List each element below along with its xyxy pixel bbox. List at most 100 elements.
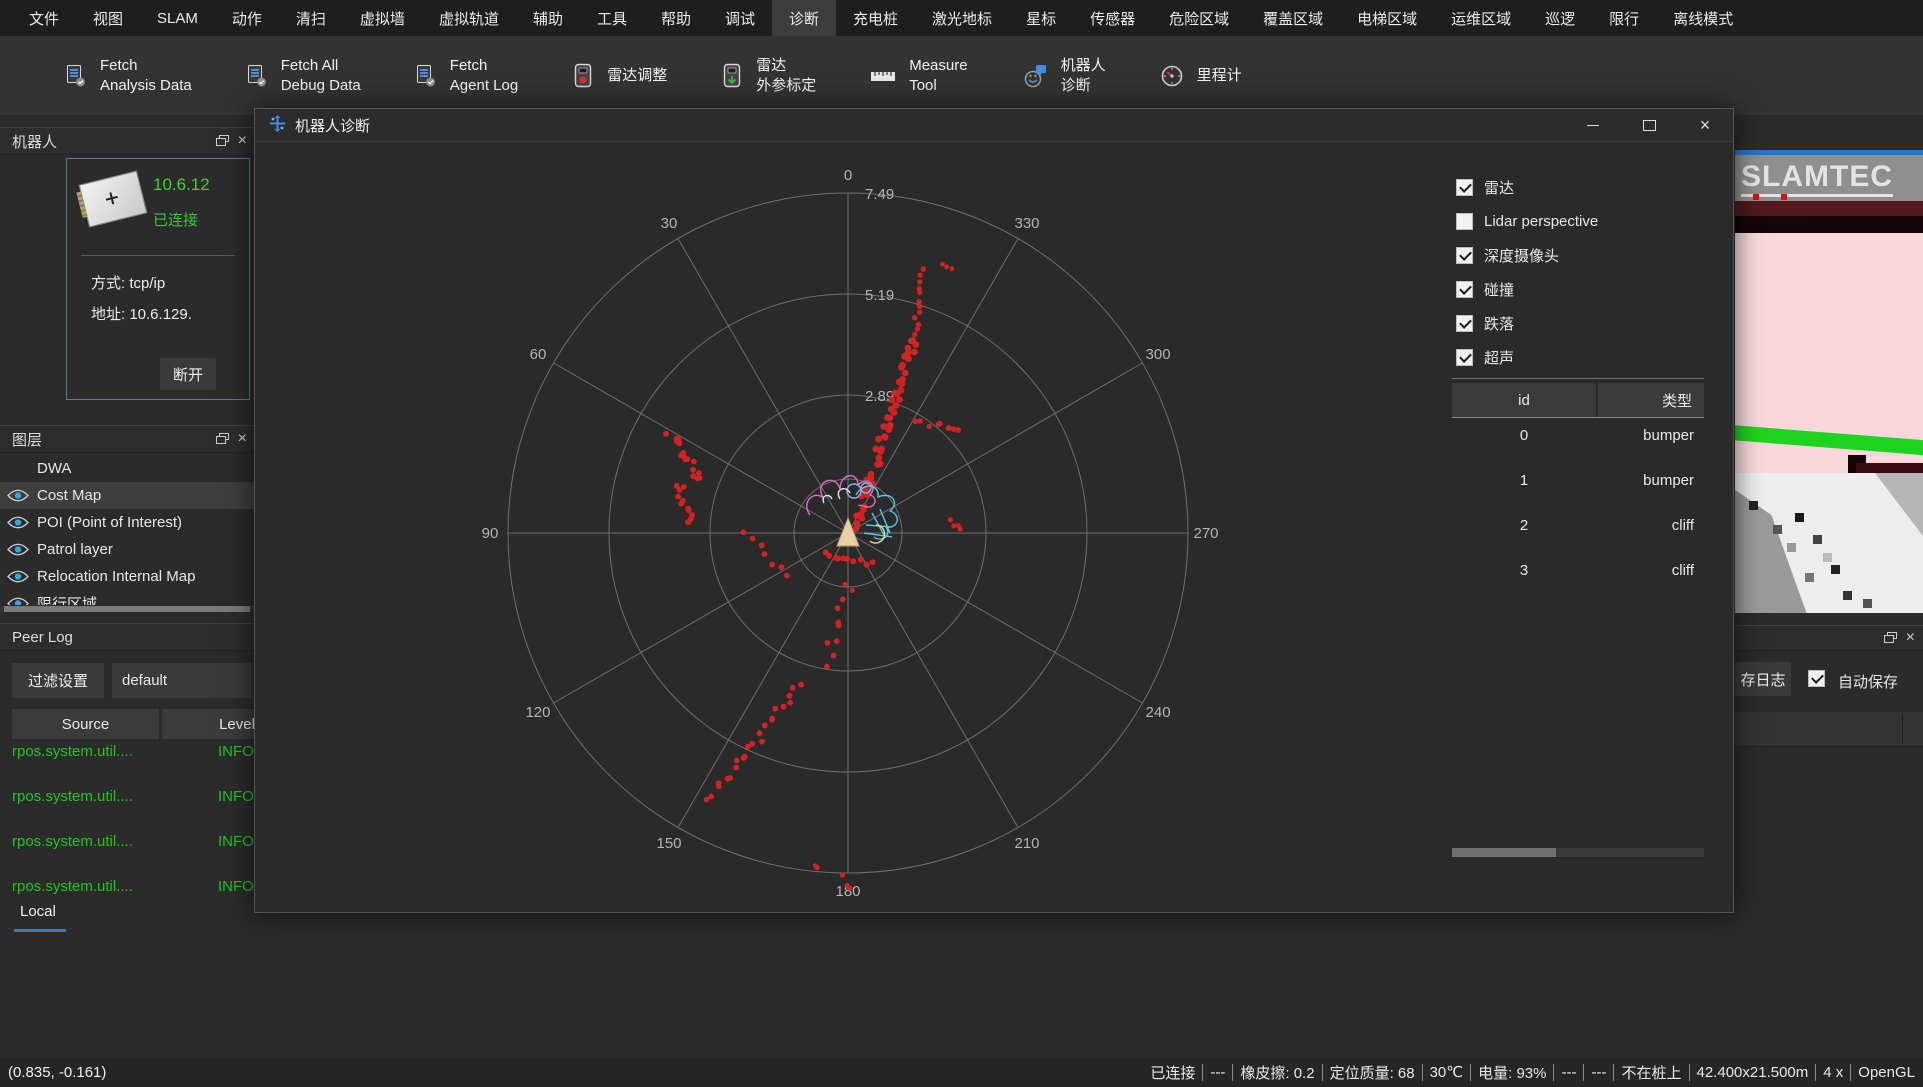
toolbar-button-里程计[interactable]: 里程计 (1133, 36, 1269, 115)
toolbar-button-机器人-诊断[interactable]: 机器人诊断 (995, 36, 1133, 115)
sensor-checkbox-深度摄像头[interactable]: 深度摄像头 (1448, 238, 1718, 272)
column-header-source[interactable]: Source (12, 709, 159, 739)
menu-item-SLAM[interactable]: SLAM (140, 0, 215, 36)
sensor-table-row[interactable]: 2cliff (1452, 509, 1704, 554)
checkbox-checked[interactable] (1456, 247, 1473, 264)
eye-visible-icon[interactable] (0, 569, 37, 584)
sensor-table-row[interactable]: 3cliff (1452, 554, 1704, 599)
checkbox-label: 雷达 (1484, 177, 1514, 198)
toolbar-button-fetch-all-debug-data[interactable]: Fetch AllDebug Data (219, 36, 388, 115)
sensor-panel-scrollbar[interactable] (1452, 848, 1704, 857)
angle-label-300: 300 (1146, 346, 1171, 363)
toolbar-button-fetch-analysis-data[interactable]: FetchAnalysis Data (38, 36, 219, 115)
menu-item-虚拟墙[interactable]: 虚拟墙 (343, 0, 422, 36)
layer-row-relocation-internal-map[interactable]: Relocation Internal Map (0, 563, 255, 590)
map-viewport[interactable]: SLAMTEC × 存日志 自动保存 (1735, 115, 1923, 1057)
menu-item-充电桩[interactable]: 充电桩 (836, 0, 915, 36)
dialog-titlebar[interactable]: 机器人诊断 × (255, 109, 1733, 142)
status-bar: (0.835, -0.161) 已连接---橡皮擦: 0.2定位质量: 6830… (0, 1057, 1923, 1087)
menu-item-工具[interactable]: 工具 (580, 0, 644, 36)
toolbar-button-雷达调整[interactable]: 雷达调整 (545, 36, 694, 115)
maximize-button[interactable] (1621, 109, 1677, 141)
checkbox-checked[interactable] (1456, 315, 1473, 332)
menu-item-激光地标[interactable]: 激光地标 (915, 0, 1009, 36)
menu-item-运维区域[interactable]: 运维区域 (1434, 0, 1528, 36)
layer-row-dwa[interactable]: DWA (0, 455, 255, 482)
float-panel-icon[interactable] (1884, 630, 1897, 647)
menu-item-诊断[interactable]: 诊断 (772, 0, 836, 36)
menu-item-电梯区域[interactable]: 电梯区域 (1340, 0, 1434, 36)
column-header-type[interactable]: 类型 (1598, 383, 1704, 417)
sensor-checkbox-lidar-perspective[interactable]: Lidar perspective (1448, 204, 1718, 238)
float-panel-icon[interactable] (216, 431, 229, 448)
divider (1452, 378, 1704, 379)
checkbox-checked[interactable] (1456, 179, 1473, 196)
menu-item-巡逻[interactable]: 巡逻 (1528, 0, 1592, 36)
log-row[interactable]: rpos.system.util....INFO (0, 831, 255, 876)
filter-settings-button[interactable]: 过滤设置 (12, 663, 104, 698)
log-row[interactable]: rpos.system.util....INFO (0, 741, 255, 786)
menu-item-文件[interactable]: 文件 (12, 0, 76, 36)
sensor-id-cell: 0 (1452, 427, 1596, 444)
minimize-button[interactable] (1565, 109, 1621, 141)
close-panel-icon[interactable]: × (238, 433, 247, 445)
sensor-checkbox-超声[interactable]: 超声 (1448, 340, 1718, 374)
toolbar-button-measure-tool[interactable]: MeasureTool (843, 36, 994, 115)
sensor-controls-panel: 雷达 Lidar perspective深度摄像头碰撞跌落超声 id 类型 0bu… (1448, 142, 1718, 912)
doc-check-icon (65, 64, 87, 88)
tab-local[interactable]: Local (20, 903, 56, 920)
menu-item-限行[interactable]: 限行 (1592, 0, 1656, 36)
save-log-button[interactable]: 存日志 (1735, 662, 1791, 696)
layer-row-poi-point-of-interest-[interactable]: POI (Point of Interest) (0, 509, 255, 536)
toolbar-button-雷达-外参标定[interactable]: 雷达外参标定 (694, 36, 843, 115)
log-row[interactable]: rpos.system.util....INFO (0, 786, 255, 831)
disconnect-button[interactable]: 断开 (160, 358, 216, 390)
menu-item-辅助[interactable]: 辅助 (516, 0, 580, 36)
eye-visible-icon[interactable] (0, 542, 37, 557)
checkbox-checked[interactable] (1456, 281, 1473, 298)
sensor-checkbox-碰撞[interactable]: 碰撞 (1448, 272, 1718, 306)
lidar-polar-chart[interactable]: 03060901201501802102402703003302.895.197… (255, 142, 1448, 912)
checkbox-checked[interactable] (1456, 349, 1473, 366)
menu-item-调试[interactable]: 调试 (708, 0, 772, 36)
close-button[interactable]: × (1677, 109, 1733, 141)
menu-item-清扫[interactable]: 清扫 (279, 0, 343, 36)
menu-item-离线模式[interactable]: 离线模式 (1656, 0, 1750, 36)
menu-item-视图[interactable]: 视图 (76, 0, 140, 36)
filter-profile-select[interactable]: default (112, 663, 252, 698)
sensor-table-row[interactable]: 1bumper (1452, 464, 1704, 509)
sensor-table-row[interactable]: 0bumper (1452, 419, 1704, 464)
menu-item-覆盖区域[interactable]: 覆盖区域 (1246, 0, 1340, 36)
eye-visible-icon[interactable] (0, 596, 37, 605)
menu-item-虚拟轨道[interactable]: 虚拟轨道 (422, 0, 516, 36)
eye-visible-icon[interactable] (0, 515, 37, 530)
status-separator (1850, 1064, 1851, 1081)
layer-row-patrol-layer[interactable]: Patrol layer (0, 536, 255, 563)
checkbox-unchecked[interactable] (1456, 213, 1473, 230)
menu-item-动作[interactable]: 动作 (215, 0, 279, 36)
robot-device-card[interactable]: 10.6.12 已连接 方式: tcp/ip 地址: 10.6.129. 断开 (66, 158, 250, 400)
column-header-level[interactable]: Level (162, 709, 255, 739)
close-panel-icon[interactable]: × (238, 135, 247, 147)
layer-row-限行区域[interactable]: 限行区域 (0, 590, 255, 605)
menu-item-传感器[interactable]: 传感器 (1073, 0, 1152, 36)
status-separator (1613, 1064, 1614, 1081)
menu-item-危险区域[interactable]: 危险区域 (1152, 0, 1246, 36)
float-panel-icon[interactable] (216, 133, 229, 150)
sensor-id-cell: 3 (1452, 562, 1596, 579)
toolbar-button-fetch-agent-log[interactable]: FetchAgent Log (388, 36, 545, 115)
log-row[interactable]: rpos.system.util....INFO (0, 876, 255, 901)
menu-item-星标[interactable]: 星标 (1009, 0, 1073, 36)
layer-row-cost-map[interactable]: Cost Map (0, 482, 255, 509)
map-unknown-region (1843, 473, 1923, 563)
robot-conn-address: 地址: 10.6.129. (91, 303, 192, 324)
column-header-id[interactable]: id (1452, 383, 1596, 417)
angle-label-330: 330 (1014, 215, 1039, 232)
sensor-checkbox-跌落[interactable]: 跌落 (1448, 306, 1718, 340)
close-panel-icon[interactable]: × (1906, 632, 1915, 644)
autosave-checkbox[interactable] (1808, 670, 1825, 687)
sensor-checkbox-雷达[interactable]: 雷达 (1448, 170, 1718, 204)
eye-visible-icon[interactable] (0, 488, 37, 503)
layers-horizontal-scrollbar[interactable] (0, 606, 255, 612)
menu-item-帮助[interactable]: 帮助 (644, 0, 708, 36)
